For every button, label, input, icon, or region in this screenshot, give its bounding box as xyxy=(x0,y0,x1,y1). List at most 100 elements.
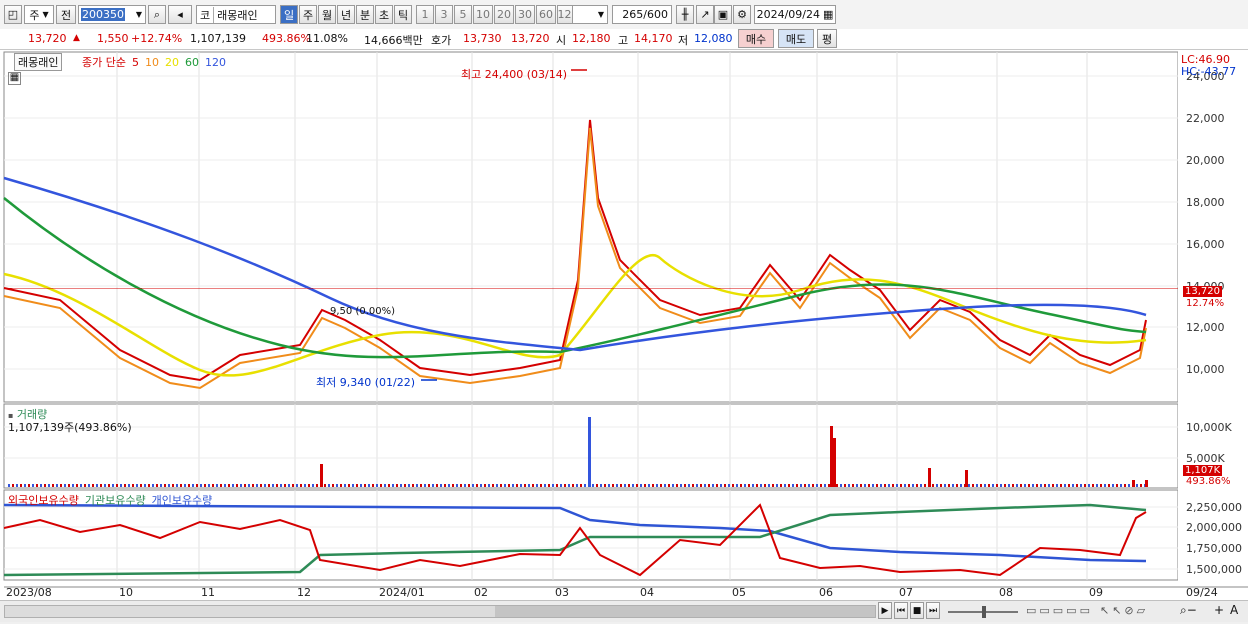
chart-area[interactable]: 2023/08 10 11 12 2024/01 02 03 04 05 06 07 08 09 09/2… xyxy=(0,50,1248,621)
volume-bar xyxy=(580,484,582,487)
volume-bar xyxy=(948,484,950,487)
period-tab-5[interactable]: 초 xyxy=(375,5,393,24)
zoom-out-icon[interactable]: ⌕− xyxy=(1180,603,1197,618)
zoom-in-icon[interactable]: + xyxy=(1214,603,1224,617)
volume-bar xyxy=(872,484,874,487)
volume-bar xyxy=(936,484,938,487)
count-field[interactable]: 265/600 xyxy=(612,5,672,24)
volume-bar xyxy=(124,484,126,487)
candle-icon[interactable]: ╫ xyxy=(676,5,694,24)
volume-bar xyxy=(1096,484,1098,487)
zoom-slider-handle[interactable] xyxy=(982,606,986,618)
volume-bar xyxy=(1072,484,1074,487)
interval-button-1[interactable]: 1 xyxy=(416,5,434,24)
volume-bar xyxy=(524,484,526,487)
search-icon[interactable]: ⌕ xyxy=(148,5,166,24)
custom-interval-select[interactable]: ▼ xyxy=(572,5,608,24)
last-page-icon[interactable]: ⏭ xyxy=(926,602,940,619)
price-panel-title[interactable]: 래몽래인 xyxy=(14,53,63,71)
period-tab-4[interactable]: 분 xyxy=(356,5,374,24)
volume-bar xyxy=(1140,484,1142,487)
volume-bar xyxy=(356,484,358,487)
time-scrollbar[interactable] xyxy=(4,605,876,618)
interval-button-60[interactable]: 60 xyxy=(536,5,556,24)
volume-bar xyxy=(1112,484,1114,487)
calendar-icon[interactable]: ▦ xyxy=(823,8,833,21)
zoom-slider[interactable] xyxy=(948,606,1018,618)
volume-bar xyxy=(812,484,814,487)
hoga-label: 호가 xyxy=(431,34,452,47)
volume-bar xyxy=(740,484,742,487)
period-tab-6[interactable]: 틱 xyxy=(394,5,412,24)
drawing-tools-icons[interactable]: ↖↖⊘▱ xyxy=(1100,604,1148,617)
interval-button-5[interactable]: 5 xyxy=(454,5,472,24)
date-field[interactable]: 2024/09/24 ▦ xyxy=(754,5,836,24)
interval-button-20[interactable]: 20 xyxy=(494,5,514,24)
period-tab-2[interactable]: 월 xyxy=(318,5,336,24)
line-tool-icon[interactable]: ↗ xyxy=(696,5,714,24)
holdings-legend-item-2: 개인보유수량 xyxy=(151,494,213,507)
volume-bar xyxy=(480,484,482,487)
volume-bar xyxy=(236,484,238,487)
font-size-icon[interactable]: A xyxy=(1230,603,1238,617)
volume-bar xyxy=(940,484,942,487)
buy-button[interactable]: 매수 xyxy=(738,29,774,48)
x-tick-label: 02 xyxy=(474,586,488,599)
speaker-icon[interactable]: ◂ xyxy=(168,5,192,24)
chart-canvas[interactable]: 2023/08 10 11 12 2024/01 02 03 04 05 06 07 08 09 09/2… xyxy=(0,50,1248,621)
volume-bar xyxy=(320,464,323,487)
evaluate-button[interactable]: 평 xyxy=(817,29,837,48)
sell-button[interactable]: 매도 xyxy=(778,29,814,48)
volume-bar xyxy=(272,484,274,487)
interval-button-10[interactable]: 10 xyxy=(473,5,493,24)
stop-icon[interactable]: ■ xyxy=(910,602,924,619)
first-page-icon[interactable]: ⏮ xyxy=(894,602,908,619)
volume-bar xyxy=(833,438,836,487)
volume-bar xyxy=(48,484,50,487)
volume-bar xyxy=(132,484,134,487)
volume-bar xyxy=(396,484,398,487)
volume-bar xyxy=(464,484,466,487)
volume-bar xyxy=(724,484,726,487)
volume-bar xyxy=(528,484,530,487)
volume-bar xyxy=(160,484,162,487)
table-icon[interactable]: ▦ xyxy=(8,72,21,85)
scrollbar-thumb[interactable] xyxy=(495,606,875,617)
volume-bar xyxy=(448,484,450,487)
stock-name-field[interactable]: 코 래몽래인 xyxy=(196,5,276,24)
volume-bar xyxy=(456,484,458,487)
interval-button-30[interactable]: 30 xyxy=(515,5,535,24)
interval-button-3[interactable]: 3 xyxy=(435,5,453,24)
chevron-down-icon: ▼ xyxy=(42,10,49,19)
x-tick-label: 2024/01 xyxy=(379,586,425,599)
layout-icons[interactable]: ▭▭▭▭▭ xyxy=(1026,604,1093,617)
volume-bar xyxy=(744,484,746,487)
volume-bar xyxy=(260,484,262,487)
chevron-down-icon[interactable]: ▼ xyxy=(136,10,142,19)
all-button[interactable]: 전 xyxy=(56,5,76,24)
holdings-y-tick: 2,000,000 xyxy=(1186,521,1242,534)
volume-bar xyxy=(992,484,994,487)
volume-bar xyxy=(296,484,298,487)
chart-settings-icon[interactable]: ◰ xyxy=(4,5,22,24)
gear-icon[interactable]: ⚙ xyxy=(733,5,751,24)
volume-bar xyxy=(612,484,614,487)
period-menu-select[interactable]: 주 ▼ xyxy=(24,5,54,24)
code-input[interactable]: 200350 ▼ xyxy=(78,5,146,24)
volume-bar xyxy=(1124,484,1126,487)
period-tab-1[interactable]: 주 xyxy=(299,5,317,24)
x-tick-label: 12 xyxy=(297,586,311,599)
volume-bar xyxy=(468,484,470,487)
price-y-tick: 12,000 xyxy=(1186,321,1225,334)
volume-bar xyxy=(1100,484,1102,487)
save-icon[interactable]: ▣ xyxy=(714,5,732,24)
volume-bar xyxy=(752,484,754,487)
period-tab-0[interactable]: 일 xyxy=(280,5,298,24)
volume-bar xyxy=(112,484,114,487)
volume-bar xyxy=(648,484,650,487)
scroll-right-icon[interactable]: ▶ xyxy=(878,602,892,619)
volume-bar xyxy=(288,484,290,487)
period-tab-3[interactable]: 년 xyxy=(337,5,355,24)
volume-bar xyxy=(148,484,150,487)
volume-bar xyxy=(388,484,390,487)
